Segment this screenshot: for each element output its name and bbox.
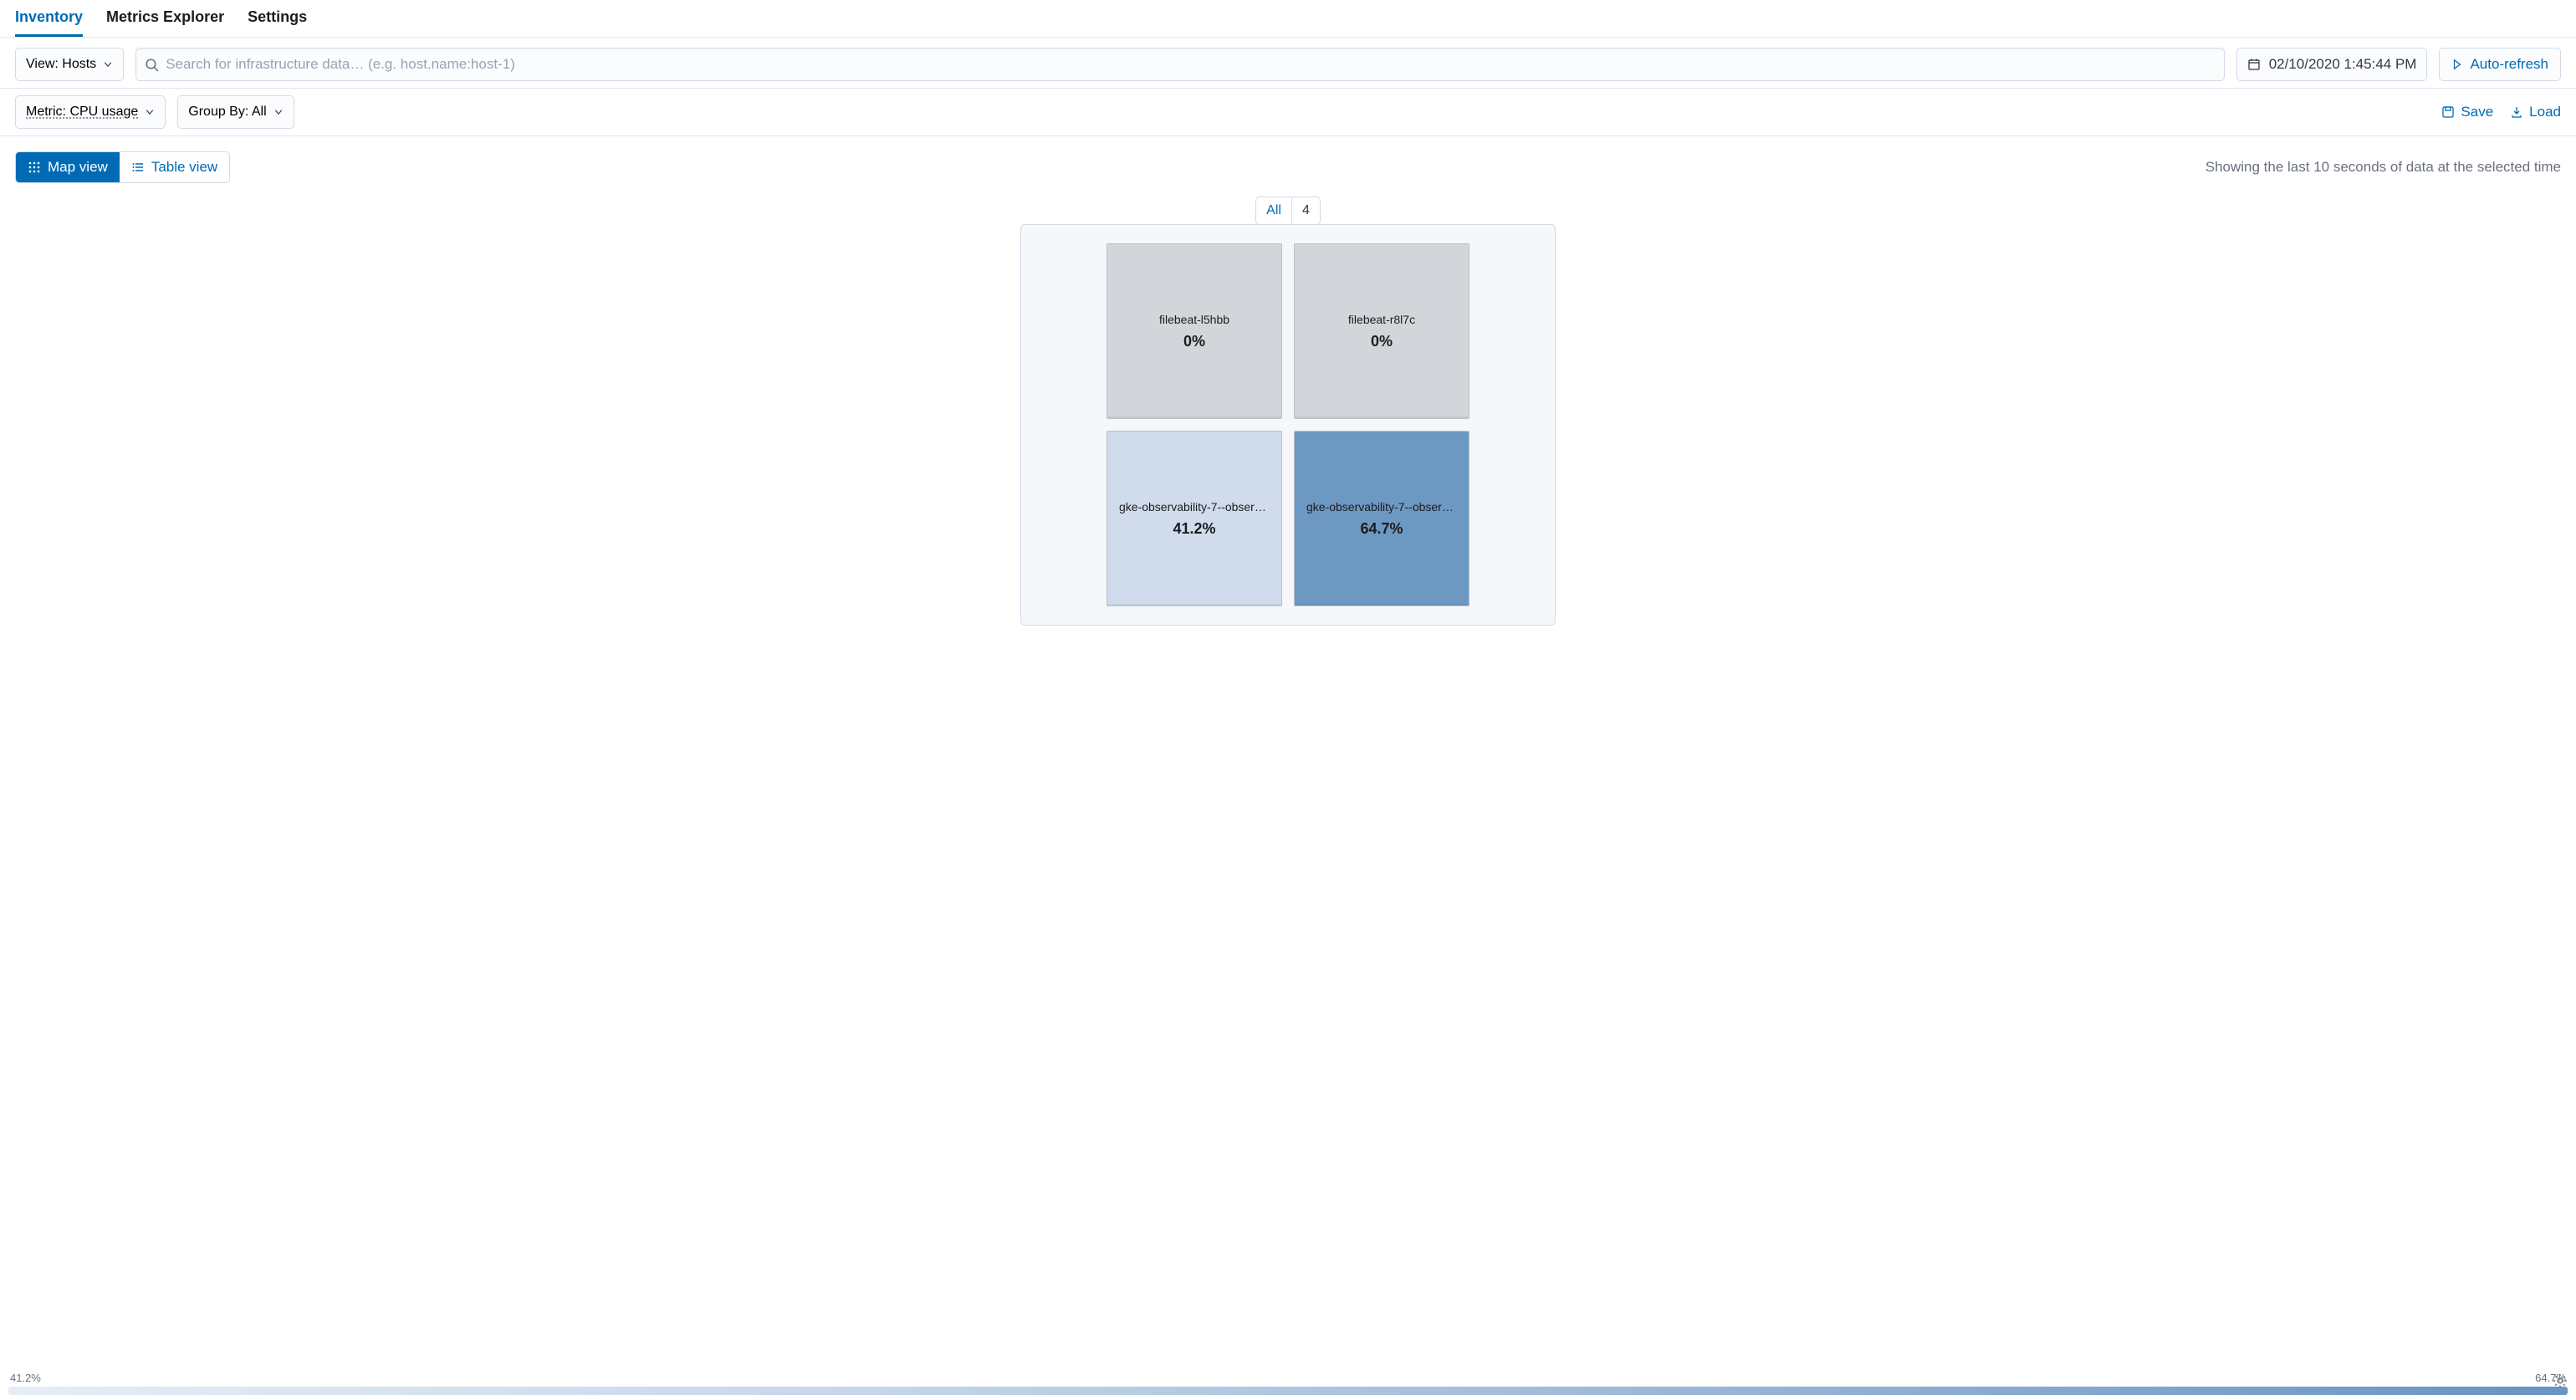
legend-gradient <box>8 1387 2568 1395</box>
play-icon <box>2451 59 2463 70</box>
search-wrap[interactable] <box>135 48 2225 81</box>
host-tile[interactable]: gke-observability-7--observa… 64.7% <box>1294 431 1469 606</box>
download-icon <box>2510 105 2523 119</box>
chevron-down-icon <box>103 59 113 69</box>
table-view-label: Table view <box>151 159 217 176</box>
table-view-button[interactable]: Table view <box>120 152 229 182</box>
search-icon <box>145 58 159 72</box>
view-select[interactable]: View: Hosts <box>15 48 124 81</box>
view-status-row: Map view Table view Showing the last 10 … <box>0 136 2576 188</box>
save-label: Save <box>2461 104 2493 120</box>
group-tag-count: 4 <box>1292 197 1320 224</box>
map-box: filebeat-l5hbb 0% filebeat-r8l7c 0% gke-obse… <box>1020 224 1556 626</box>
metric-select-label: Metric: CPU usage <box>26 105 138 120</box>
host-tile-value: 41.2% <box>1173 520 1215 538</box>
search-input[interactable] <box>159 56 2216 73</box>
metric-select[interactable]: Metric: CPU usage <box>15 95 166 129</box>
host-tile[interactable]: filebeat-l5hbb 0% <box>1107 243 1282 419</box>
map-view-label: Map view <box>48 159 108 176</box>
query-bar: View: Hosts 02/10/2020 1:45:44 PM Auto-r… <box>0 38 2576 89</box>
scale-min: 41.2% <box>10 1372 41 1384</box>
host-tile[interactable]: filebeat-r8l7c 0% <box>1294 243 1469 419</box>
groupby-select-label: Group By: All <box>188 105 266 120</box>
auto-refresh-button[interactable]: Auto-refresh <box>2439 48 2561 81</box>
group-tag[interactable]: All 4 <box>1255 197 1321 225</box>
gear-icon <box>2553 1373 2568 1388</box>
auto-refresh-label: Auto-refresh <box>2470 56 2548 73</box>
host-tile-value: 0% <box>1183 333 1205 350</box>
host-tile-name: filebeat-r8l7c <box>1348 313 1415 326</box>
legend-footer: 41.2% 64.7% <box>0 1372 2576 1400</box>
chevron-down-icon <box>145 107 155 117</box>
groupby-select[interactable]: Group By: All <box>177 95 294 129</box>
save-icon <box>2441 105 2455 119</box>
group-tag-label: All <box>1256 197 1292 224</box>
load-button[interactable]: Load <box>2510 104 2561 120</box>
scale-labels: 41.2% 64.7% <box>8 1372 2568 1384</box>
list-icon <box>131 161 145 174</box>
legend-settings-button[interactable] <box>2553 1373 2568 1388</box>
filter-bar: Metric: CPU usage Group By: All Save Loa… <box>0 89 2576 136</box>
host-tile-name: filebeat-l5hbb <box>1159 313 1229 326</box>
tab-metrics-explorer[interactable]: Metrics Explorer <box>106 8 224 37</box>
host-tile-name: gke-observability-7--observa… <box>1119 500 1270 514</box>
save-load-group: Save Load <box>2441 104 2561 120</box>
view-toggle-group: Map view Table view <box>15 151 230 183</box>
status-text: Showing the last 10 seconds of data at t… <box>2205 159 2561 176</box>
map-view-button[interactable]: Map view <box>16 152 120 182</box>
map-area: All 4 filebeat-l5hbb 0% filebeat-r8l7c 0% gk… <box>0 188 2576 642</box>
tab-settings[interactable]: Settings <box>248 8 307 37</box>
date-value: 02/10/2020 1:45:44 PM <box>2269 56 2417 73</box>
host-tile-name: gke-observability-7--observa… <box>1306 500 1457 514</box>
chevron-down-icon <box>273 107 284 117</box>
tab-inventory[interactable]: Inventory <box>15 8 83 37</box>
host-tile-value: 64.7% <box>1360 520 1403 538</box>
save-button[interactable]: Save <box>2441 104 2493 120</box>
grid-icon <box>28 161 41 174</box>
view-select-label: View: Hosts <box>26 57 96 72</box>
calendar-icon <box>2247 58 2261 71</box>
date-picker[interactable]: 02/10/2020 1:45:44 PM <box>2236 48 2428 81</box>
main-tabs: Inventory Metrics Explorer Settings <box>0 0 2576 38</box>
host-tile[interactable]: gke-observability-7--observa… 41.2% <box>1107 431 1282 606</box>
host-tile-value: 0% <box>1371 333 1393 350</box>
load-label: Load <box>2529 104 2561 120</box>
